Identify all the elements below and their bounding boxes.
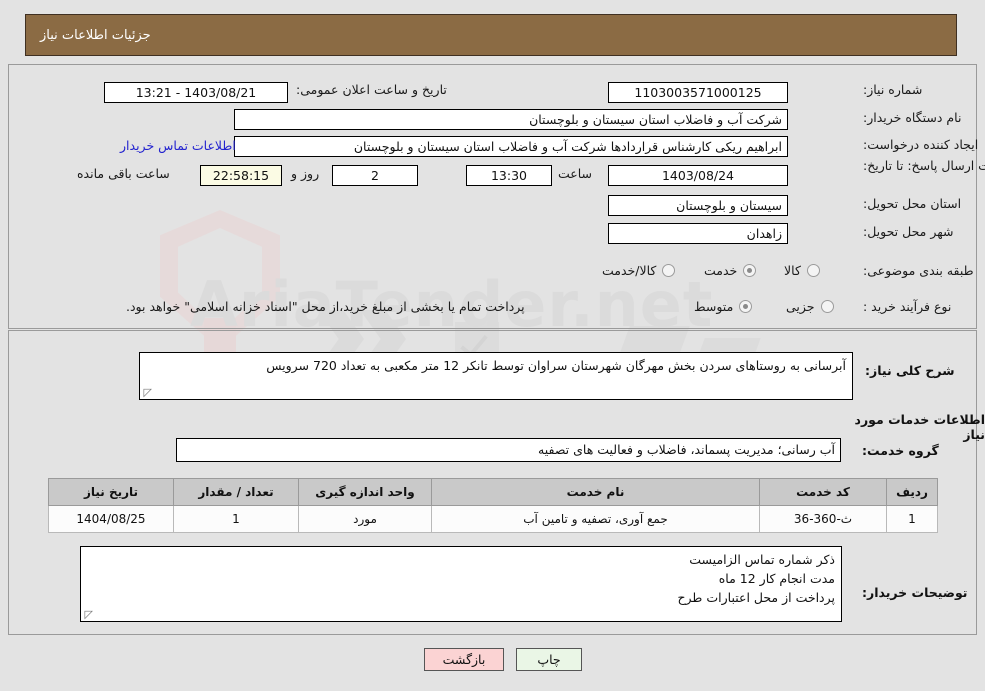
days-remaining-field: 2 [332,165,418,186]
description-textarea[interactable]: آبرسانی به روستاهای سردن بخش مهرگان شهرس… [139,352,853,400]
back-button[interactable]: بازگشت [424,648,504,671]
service-group-label: گروه خدمت: [862,443,939,458]
buyer-note-line: ذکر شماره تماس الزامیست [689,552,835,567]
deadline-label: مهلت ارسال پاسخ: تا تاریخ: [863,158,985,173]
col-unit: واحد اندازه گیری [298,478,432,506]
countdown-label: ساعت باقی مانده [77,166,170,181]
buyer-org-label-wrap: نام دستگاه خریدار: [863,110,961,125]
process-option-label: جزیی [786,299,815,314]
cell-qty: 1 [173,505,299,533]
process-option-jozei[interactable]: جزیی [786,299,834,314]
col-qty: تعداد / مقدار [173,478,299,506]
category-option-kala[interactable]: کالا [784,263,820,278]
page-title: جزئیات اطلاعات نیاز [25,14,957,56]
hour-label: ساعت [558,166,593,181]
buyer-note-line: مدت انجام کار 12 ماه [718,571,835,586]
payment-note-wrap: پرداخت تمام یا بخشی از مبلغ خرید،از محل … [126,299,525,314]
service-group-field: آب رسانی؛ مدیریت پسماند، فاضلاب و فعالیت… [176,438,841,462]
payment-note: پرداخت تمام یا بخشی از مبلغ خرید،از محل … [126,299,525,314]
countdown-label-wrap: ساعت باقی مانده [77,166,170,181]
process-label-wrap: نوع فرآیند خرید : [863,299,951,314]
province-label-wrap: استان محل تحویل: [863,196,961,211]
table-row: 1 ث-360-36 جمع آوری، تصفیه و تامین آب مو… [48,505,938,533]
category-option-kala-khedmat[interactable]: کالا/خدمت [602,263,676,278]
process-option-label: متوسط [694,299,734,314]
category-label: طبقه بندی موضوعی: [863,263,974,278]
resize-grip-icon[interactable]: ◸ [142,387,152,398]
hour-label-wrap: ساعت [558,166,592,181]
days-label-wrap: روز و [291,166,319,181]
print-button[interactable]: چاپ [516,648,582,671]
process-option-motevaset[interactable]: متوسط [694,299,753,314]
cell-date: 1404/08/25 [48,505,174,533]
services-section-title: اطلاعات خدمات مورد نیاز [854,412,985,442]
category-label-wrap: طبقه بندی موضوعی: [863,263,974,278]
col-name: نام خدمت [431,478,760,506]
city-label-wrap: شهر محل تحویل: [863,224,953,239]
buyer-org-field: شرکت آب و فاضلاب استان سیستان و بلوچستان [234,109,788,130]
deadline-label-wrap: مهلت ارسال پاسخ: تا تاریخ: [863,157,985,174]
cell-code: ث-360-36 [759,505,887,533]
city-label: شهر محل تحویل: [863,224,954,239]
col-date: تاریخ نیاز [48,478,174,506]
category-option-label: کالا [784,263,801,278]
cell-name: جمع آوری، تصفیه و تامین آب [431,505,760,533]
category-option-khedmat[interactable]: خدمت [704,263,757,278]
radio-khedmat-icon[interactable] [743,264,757,277]
table-header-row: ردیف کد خدمت نام خدمت واحد اندازه گیری ت… [48,478,938,506]
buyer-note-line: پرداخت از محل اعتبارات طرح [677,590,835,605]
radio-jozei-icon[interactable] [820,300,834,313]
radio-kala-khedmat-icon[interactable] [662,264,676,277]
need-number-label-wrap: شماره نیاز: [863,82,922,97]
buyer-notes-textarea[interactable]: ذکر شماره تماس الزامیست مدت انجام کار 12… [80,546,842,622]
services-table: ردیف کد خدمت نام خدمت واحد اندازه گیری ت… [48,478,938,533]
days-label: روز و [291,166,320,181]
buyer-contact-link[interactable]: اطلاعات تماس خریدار [120,138,236,153]
radio-kala-icon[interactable] [806,264,820,277]
province-field: سیستان و بلوچستان [608,195,788,216]
requester-label: ایجاد کننده درخواست: [863,137,979,152]
announce-datetime-label-wrap: تاریخ و ساعت اعلان عمومی: [296,82,447,97]
requester-label-wrap: ایجاد کننده درخواست: [863,137,978,152]
need-number-label: شماره نیاز: [863,82,923,97]
resize-grip-icon[interactable]: ◸ [83,609,93,620]
process-label: نوع فرآیند خرید : [863,299,952,314]
col-code: کد خدمت [759,478,887,506]
buyer-notes-label: توضیحات خریدار: [862,585,968,600]
category-option-label: کالا/خدمت [602,263,657,278]
col-radif: ردیف [886,478,938,506]
deadline-date-field: 1403/08/24 [608,165,788,186]
announce-datetime-field: 1403/08/21 - 13:21 [104,82,288,103]
countdown-field: 22:58:15 [200,165,282,186]
description-text: آبرسانی به روستاهای سردن بخش مهرگان شهرس… [266,358,846,373]
province-label: استان محل تحویل: [863,196,962,211]
buyer-org-label: نام دستگاه خریدار: [863,110,962,125]
page-root: AriaTender.net جزئیات اطلاعات نیاز شماره… [0,0,985,691]
cell-radif: 1 [886,505,938,533]
radio-motevaset-icon[interactable] [739,300,753,313]
city-field: زاهدان [608,223,788,244]
description-label: شرح کلی نیاز: [865,363,955,378]
need-number-field: 1103003571000125 [608,82,788,103]
announce-datetime-label: تاریخ و ساعت اعلان عمومی: [296,82,447,97]
top-info-panel [8,64,977,329]
category-option-label: خدمت [704,263,738,278]
requester-field: ابراهیم ریکی کارشناس قراردادها شرکت آب و… [234,136,788,157]
deadline-time-field: 13:30 [466,165,552,186]
cell-unit: مورد [298,505,432,533]
